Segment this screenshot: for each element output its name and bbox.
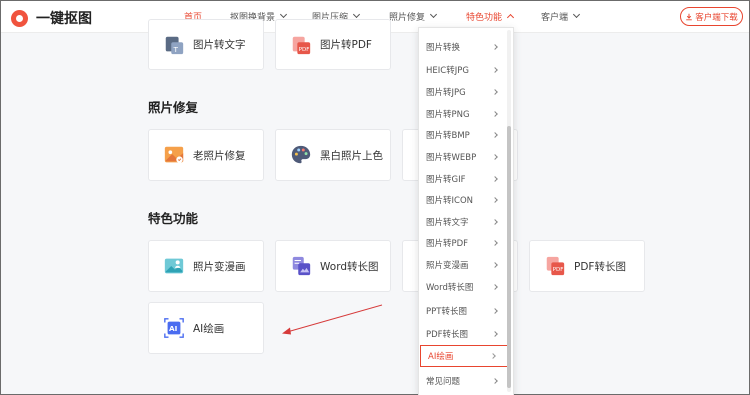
dropdown-item[interactable]: PPT转长图 [419, 300, 509, 322]
nav-special-features-label: 特色功能 [466, 13, 503, 23]
dropdown-item[interactable]: PDF转长图 [419, 323, 509, 345]
dropdown-item-label: 图片转JPG [426, 88, 466, 98]
chevron-right-icon [492, 132, 498, 138]
cartoon-icon [164, 258, 184, 274]
chevron-right-icon [492, 67, 498, 73]
dropdown-item[interactable]: 图片转ICON [419, 189, 509, 211]
ai-painting-icon: AI [164, 318, 184, 338]
svg-text:T: T [173, 44, 179, 53]
card-pdf-to-long-image[interactable]: PDF PDF转长图 [529, 240, 645, 292]
card-label: 黑白照片上色 [320, 149, 383, 162]
chevron-right-icon [492, 111, 498, 117]
dropdown-item[interactable]: Word转长图 [419, 276, 509, 298]
card-image-to-pdf[interactable]: PDF 图片转PDF [275, 19, 391, 70]
chevron-right-icon [492, 262, 498, 268]
chevron-right-icon [492, 284, 498, 290]
card-word-to-long-image[interactable]: Word转长图 [275, 240, 391, 292]
chevron-right-icon [492, 331, 498, 337]
nav-client[interactable]: 客户端 [541, 10, 581, 23]
word-to-image-icon [292, 256, 311, 276]
dropdown-item[interactable]: 图片转换 [419, 36, 509, 58]
dropdown-item[interactable]: 照片变漫画 [419, 254, 509, 276]
image-to-text-icon: T [165, 36, 184, 54]
client-download-label: 客户端下载 [695, 12, 738, 23]
dropdown-item[interactable]: 常见问题 [419, 370, 509, 392]
chevron-right-icon [492, 44, 498, 50]
dropdown-item[interactable]: 图片转PNG [419, 103, 509, 125]
svg-text:PDF: PDF [553, 267, 564, 273]
nav-photo-repair-label: 照片修复 [389, 13, 426, 23]
dropdown-item-label: HEIC转JPG [426, 66, 469, 76]
dropdown-item[interactable]: 图片转WEBP [419, 146, 509, 168]
card-old-photo-repair[interactable]: 老照片修复 [148, 129, 264, 181]
dropdown-item[interactable]: 图片转BMP [419, 124, 509, 146]
dropdown-scrollbar-thumb[interactable] [507, 126, 511, 388]
chevron-right-icon [492, 240, 498, 246]
old-photo-repair-icon [164, 146, 184, 163]
dropdown-item-label: 照片变漫画 [426, 261, 469, 271]
chevron-right-icon [492, 197, 498, 203]
dropdown-item-label: Word转长图 [426, 283, 474, 293]
chevron-down-icon [279, 10, 288, 19]
dropdown-item-ai-painting-selected[interactable]: AI绘画 [420, 345, 508, 367]
brand-logo[interactable]: 一键抠图 [11, 8, 92, 28]
palette-icon [291, 145, 311, 164]
card-photo-to-cartoon[interactable]: 照片变漫画 [148, 240, 264, 292]
svg-text:PDF: PDF [299, 46, 310, 52]
pdf-to-image-icon: PDF [546, 256, 565, 276]
card-label: 图片转PDF [320, 39, 372, 51]
dropdown-item-label: 常见问题 [426, 377, 461, 387]
nav-special-features[interactable]: 特色功能 [466, 10, 515, 23]
chevron-right-icon [492, 378, 498, 384]
dropdown-item-label: 图片转WEBP [426, 153, 477, 163]
card-colorize-photo[interactable]: 黑白照片上色 [275, 129, 391, 181]
image-to-pdf-icon: PDF [292, 36, 311, 54]
card-ai-painting[interactable]: AI AI绘画 [148, 302, 264, 354]
section-title-photo-repair: 照片修复 [148, 100, 199, 115]
chevron-right-icon [490, 353, 496, 359]
card-label: Word转长图 [320, 260, 379, 273]
nav-client-label: 客户端 [541, 13, 569, 23]
dropdown-item-label: 图片转换 [426, 43, 461, 53]
dropdown-item[interactable]: 图片转GIF [419, 168, 509, 190]
brand-name: 一键抠图 [36, 11, 92, 27]
dropdown-item-label: 图片转GIF [426, 175, 466, 185]
dropdown-item-label: 图片转BMP [426, 131, 470, 141]
chevron-up-icon [506, 13, 515, 22]
card-label: 照片变漫画 [193, 260, 246, 273]
chevron-right-icon [492, 154, 498, 160]
chevron-right-icon [492, 176, 498, 182]
chevron-right-icon [492, 308, 498, 314]
logo-icon [11, 9, 28, 27]
chevron-down-icon [429, 10, 438, 19]
dropdown-item-label: 图片转ICON [426, 196, 473, 206]
card-image-to-text[interactable]: T 图片转文字 [148, 19, 264, 70]
dropdown-item[interactable]: 图片转PDF [419, 232, 509, 254]
chevron-down-icon [572, 10, 581, 19]
dropdown-item-label: AI绘画 [428, 352, 454, 362]
svg-text:AI: AI [169, 324, 178, 333]
card-label: 老照片修复 [193, 149, 246, 162]
card-label: 图片转文字 [193, 39, 246, 51]
nav-photo-repair[interactable]: 照片修复 [389, 10, 438, 23]
dropdown-item[interactable]: 图片转JPG [419, 81, 509, 103]
dropdown-item-label: 图片转文字 [426, 218, 469, 228]
dropdown-item[interactable]: 图片转文字 [419, 211, 509, 233]
client-download-button[interactable]: 客户端下载 [680, 7, 743, 26]
card-label: AI绘画 [193, 322, 225, 335]
dropdown-item-label: PDF转长图 [426, 330, 469, 340]
section-title-special-features: 特色功能 [148, 211, 199, 226]
chevron-down-icon [352, 10, 361, 19]
dropdown-item-label: PPT转长图 [426, 307, 467, 317]
download-icon [686, 13, 693, 20]
dropdown-item-label: 图片转PDF [426, 239, 469, 249]
chevron-right-icon [492, 219, 498, 225]
dropdown-item[interactable]: HEIC转JPG [419, 59, 509, 81]
dropdown-item-label: 图片转PNG [426, 110, 470, 120]
chevron-right-icon [492, 89, 498, 95]
card-label: PDF转长图 [574, 260, 626, 273]
special-features-dropdown: 图片转换 HEIC转JPG 图片转JPG 图片转PNG 图片转BMP 图片转WE… [418, 27, 514, 395]
